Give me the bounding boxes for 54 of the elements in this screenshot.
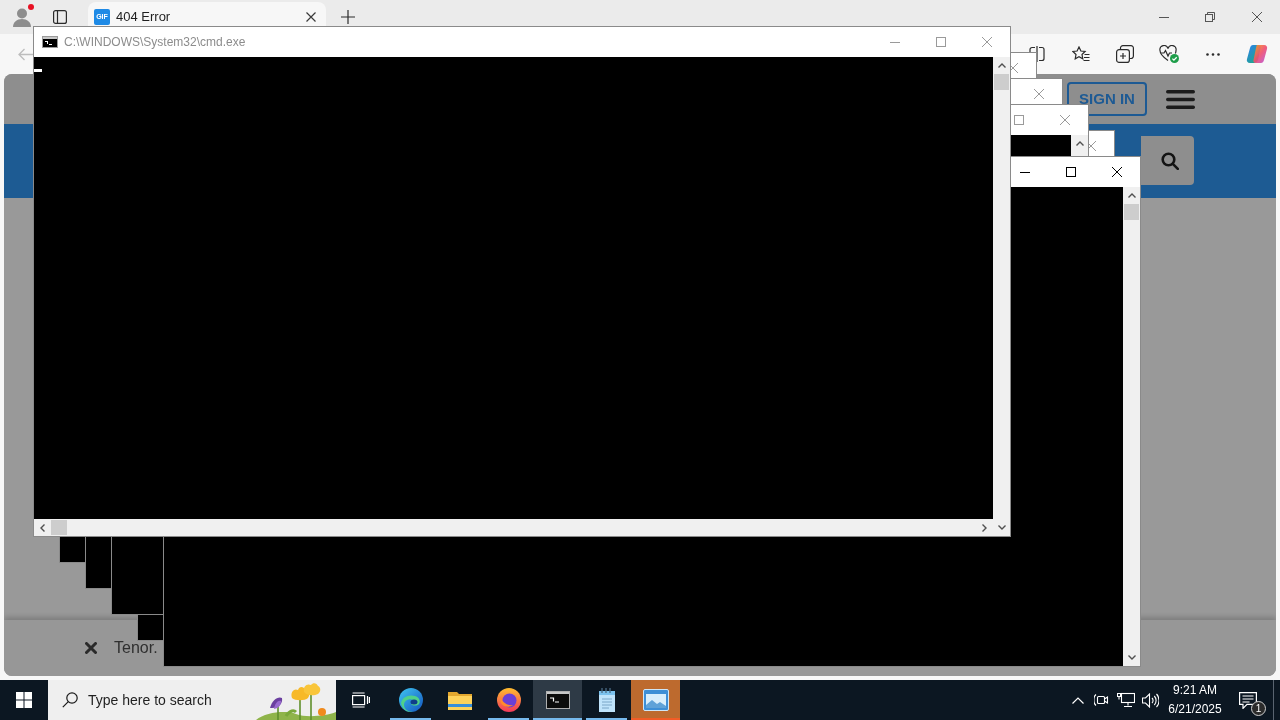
notification-count: 1 bbox=[1251, 700, 1266, 716]
swirl-logo-icon bbox=[398, 688, 423, 712]
search-field[interactable]: Type here to search bbox=[48, 680, 336, 720]
vertical-scrollbar[interactable] bbox=[1123, 187, 1140, 666]
vertical-scrollbar[interactable] bbox=[993, 57, 1010, 536]
picture-icon bbox=[642, 689, 669, 711]
more-icon[interactable] bbox=[1206, 52, 1220, 56]
taskbar-app[interactable] bbox=[533, 680, 582, 720]
notifications-icon[interactable] bbox=[1239, 691, 1257, 709]
favorites-icon[interactable] bbox=[1072, 46, 1090, 62]
scroll-up-icon[interactable] bbox=[1127, 193, 1136, 198]
clock[interactable]: 9:21 AM 6/21/2025 bbox=[1162, 680, 1228, 720]
circle-logo-icon bbox=[496, 688, 521, 712]
terminal-icon bbox=[42, 36, 58, 48]
avatar-icon[interactable] bbox=[12, 7, 32, 27]
notepad-icon bbox=[596, 688, 617, 712]
scroll-thumb[interactable] bbox=[994, 74, 1009, 90]
restore-icon[interactable] bbox=[1205, 12, 1215, 22]
new-tab-icon[interactable] bbox=[341, 10, 355, 24]
tab-title: 404 Error bbox=[116, 9, 171, 25]
scroll-up-icon[interactable] bbox=[997, 63, 1006, 68]
search-input[interactable]: Type here to search bbox=[88, 689, 256, 711]
window-title: C:\WINDOWS\System32\cmd.exe bbox=[64, 34, 246, 51]
menu-icon[interactable] bbox=[1166, 89, 1195, 109]
terminal-icon bbox=[545, 691, 570, 709]
scroll-thumb[interactable] bbox=[51, 520, 67, 535]
collections-icon[interactable] bbox=[1116, 45, 1134, 63]
heart-pulse-icon[interactable] bbox=[1159, 45, 1179, 63]
maximize-icon[interactable] bbox=[1066, 167, 1076, 177]
close-icon[interactable] bbox=[1112, 167, 1122, 177]
camera-icon[interactable] bbox=[1094, 693, 1110, 707]
close-tab-icon[interactable] bbox=[306, 12, 316, 22]
scroll-right-icon[interactable] bbox=[982, 523, 987, 532]
vertical-tabs-icon[interactable] bbox=[53, 10, 67, 24]
scroll-left-icon[interactable] bbox=[40, 523, 45, 532]
folder-icon bbox=[447, 690, 472, 710]
minimize-icon[interactable] bbox=[1020, 171, 1030, 173]
scroll-down-icon[interactable] bbox=[1127, 655, 1136, 660]
search-field[interactable] bbox=[1141, 136, 1194, 185]
scroll-down-icon[interactable] bbox=[997, 525, 1006, 530]
search-icon bbox=[62, 692, 78, 708]
volume-icon[interactable] bbox=[1141, 692, 1159, 708]
task-view-icon[interactable] bbox=[352, 692, 370, 708]
close-icon[interactable] bbox=[1251, 12, 1262, 22]
scroll-up-icon[interactable] bbox=[1075, 141, 1084, 146]
minimize-icon[interactable] bbox=[1159, 16, 1169, 18]
logo-icon[interactable] bbox=[1246, 44, 1268, 64]
chevron-up-icon[interactable] bbox=[1072, 696, 1084, 704]
search-icon[interactable] bbox=[1161, 151, 1179, 170]
start-icon[interactable] bbox=[16, 692, 32, 708]
horizontal-scrollbar[interactable] bbox=[34, 519, 993, 536]
bottom-bar-text: Tenor. bbox=[114, 638, 158, 658]
scroll-thumb[interactable] bbox=[1124, 204, 1139, 220]
network-icon[interactable] bbox=[1117, 692, 1135, 708]
